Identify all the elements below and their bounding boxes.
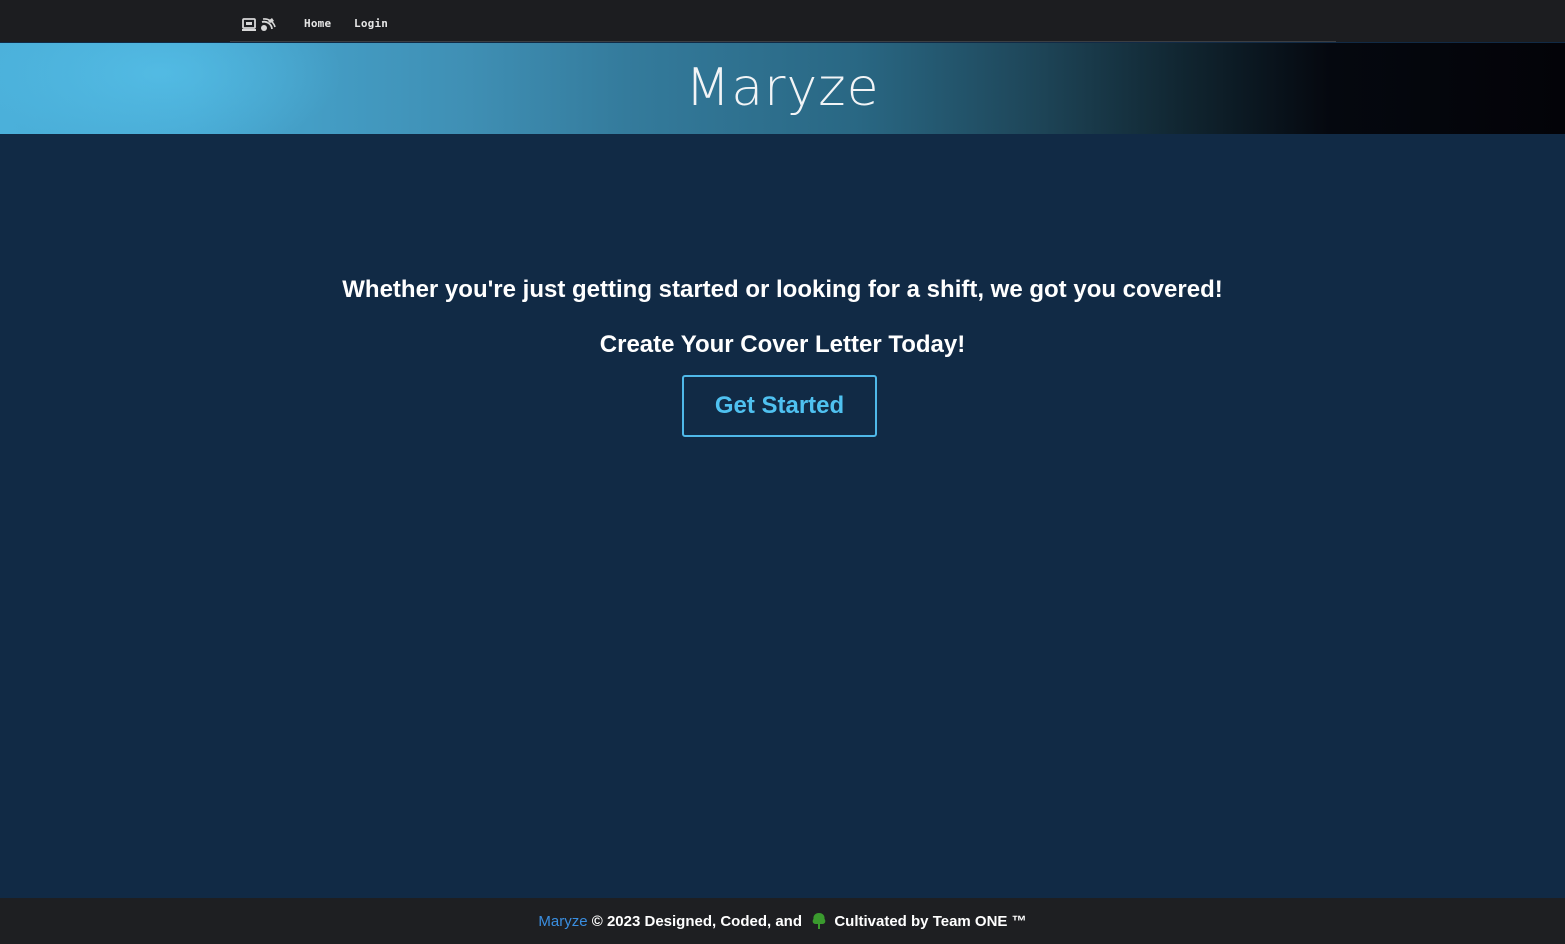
tagline: Whether you're just getting started or l… xyxy=(342,276,1223,303)
hero-banner: Maryze xyxy=(0,43,1565,134)
nav-link-login[interactable]: Login xyxy=(354,17,388,30)
footer-copyright-text: © 2023 Designed, Coded, and xyxy=(587,912,807,930)
laptop-satellite-icon[interactable] xyxy=(242,17,276,33)
site-title: Maryze xyxy=(685,58,880,118)
footer-credit-text: Cultivated by Team ONE ™ xyxy=(830,912,1027,930)
footer: Maryze © 2023 Designed, Coded, and Culti… xyxy=(0,898,1565,944)
footer-brand-link[interactable]: Maryze xyxy=(538,913,587,930)
nav-link-home[interactable]: Home xyxy=(304,17,331,30)
get-started-button[interactable]: Get Started xyxy=(682,375,877,437)
top-navbar: Home Login xyxy=(0,0,1565,42)
cta-heading: Create Your Cover Letter Today! xyxy=(599,331,966,358)
tree-icon xyxy=(812,913,826,929)
navbar-inner: Home Login xyxy=(230,0,1336,42)
